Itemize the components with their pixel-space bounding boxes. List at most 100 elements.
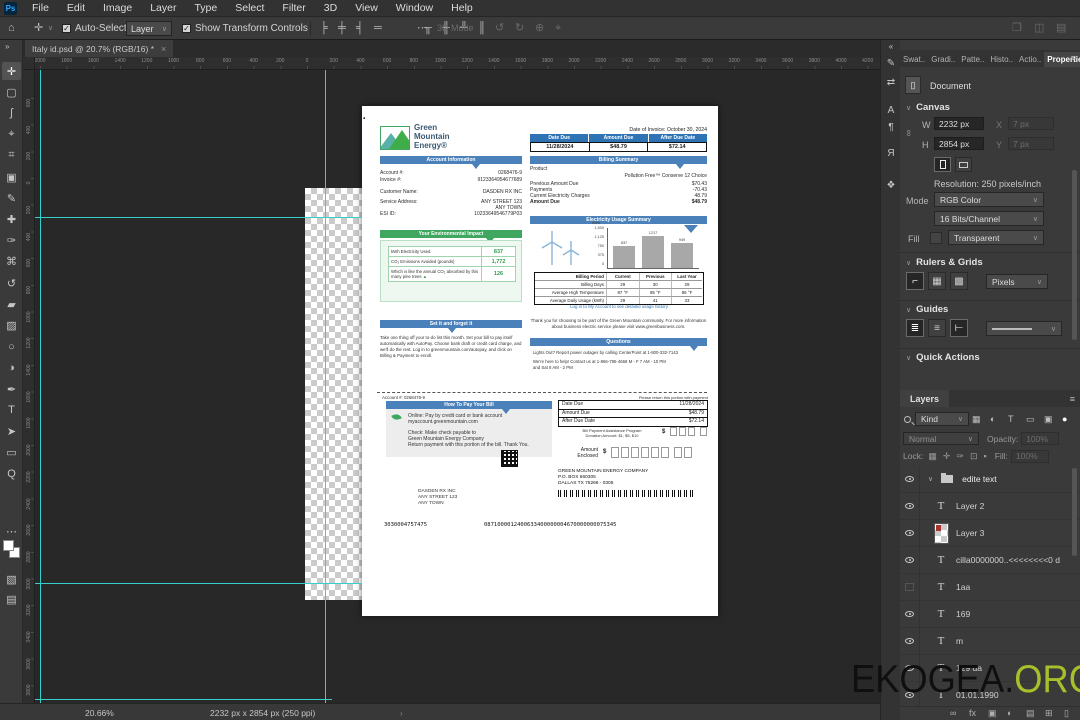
quick-actions-section-header[interactable]: Quick Actions [906,352,980,363]
layer-mask-icon[interactable]: ▣ [988,708,997,719]
shape-tool[interactable]: ▭ [2,444,21,462]
properties-scrollbar[interactable] [1072,170,1077,340]
filter-pixel-icon[interactable]: ▦ [972,414,981,425]
layer-row[interactable]: Layer 3 [900,519,1080,547]
tab-actio[interactable]: Actio.. [1016,52,1044,67]
zoom-tool[interactable]: Q [2,465,21,483]
chevron-down-icon[interactable]: ∨ [928,475,933,483]
screen-mode-icon[interactable]: ▤ [2,590,21,608]
object-selection-tool[interactable]: ⌖ [2,126,21,144]
edit-toolbar-icon[interactable]: ⋯ [2,522,21,540]
panel-menu-icon[interactable]: ≡ [1071,53,1076,63]
filter-type-icon[interactable]: T [1008,414,1014,424]
gradient-tool[interactable]: ▨ [2,316,21,334]
quick-mask-icon[interactable]: ▧ [2,570,21,588]
move-tool[interactable]: ✛ [2,62,21,80]
layer-row[interactable]: T 1aa [900,573,1080,601]
lock-position-icon[interactable]: ⊡ [970,451,978,462]
layers-scrollbar[interactable] [1072,468,1077,556]
lock-all-icon[interactable]: ▪ [983,451,986,462]
horizontal-guide[interactable] [35,583,362,584]
tab-gradi[interactable]: Gradi.. [928,52,958,67]
tab-swat[interactable]: Swat.. [900,52,928,67]
foreground-color-swatch[interactable] [3,540,14,551]
width-field[interactable]: 2232 px [934,117,984,130]
tab-patte[interactable]: Patte.. [958,52,987,67]
link-dimensions-icon[interactable]: ∞ [904,130,914,136]
eyedropper-tool[interactable]: ✎ [2,189,21,207]
menu-type[interactable]: Type [185,0,226,17]
link-layers-icon[interactable]: ∞ [950,708,956,718]
layer-row[interactable]: ∨ edite text [900,465,1080,493]
vertical-guide[interactable] [40,70,41,703]
history-panel-icon[interactable]: ✎ [881,58,901,69]
menu-image[interactable]: Image [94,0,141,17]
visibility-toggle[interactable] [900,546,920,574]
portrait-orientation-button[interactable] [934,157,951,172]
path-select-tool[interactable]: ➤ [2,422,21,440]
clear-guides-icon[interactable]: ⊢ [950,319,968,337]
vertical-guide[interactable] [325,70,326,703]
layer-row[interactable]: T Layer 2 [900,492,1080,520]
auto-select-target-dropdown[interactable]: Layer ∨ [126,17,172,40]
workspace-icon[interactable]: ◫ [1034,17,1044,40]
brush-tool[interactable]: ✑ [2,232,21,250]
fill-dropdown[interactable]: Transparent ∨ [948,230,1044,245]
eraser-tool[interactable]: ▰ [2,295,21,313]
healing-brush-tool[interactable]: ✚ [2,210,21,228]
canvas-section-header[interactable]: Canvas [906,102,950,113]
character-panel-icon[interactable]: A [881,105,901,116]
panel-list-icon[interactable]: ▤ [1056,17,1066,40]
close-tab-icon[interactable]: × [161,44,166,54]
pen-tool[interactable]: ✒ [2,380,21,398]
height-field[interactable]: 2854 px [934,137,984,150]
menu-3d[interactable]: 3D [315,0,346,17]
visibility-toggle[interactable] [900,627,920,655]
visibility-toggle[interactable] [900,600,920,628]
blur-tool[interactable]: ○ [2,338,21,356]
lock-transparent-icon[interactable]: ▦ [928,451,937,462]
blend-mode-dropdown[interactable]: Normal ∨ [903,432,979,445]
type-tool[interactable]: T [2,401,21,419]
visibility-toggle[interactable] [900,519,920,547]
toggle-rulers-icon[interactable]: ⌐ [906,272,924,290]
align-top-icon[interactable]: ═ [374,17,382,40]
horizontal-ruler[interactable]: 2000 1800 1600 1400 1200 1000 800 600 400 200 0 200… [35,57,880,70]
layer-effects-icon[interactable]: fx [969,708,976,718]
lasso-tool[interactable]: ʃ [2,104,21,122]
filter-pin-icon[interactable]: ● [1062,414,1067,424]
marquee-tool[interactable]: ▢ [2,83,21,101]
vertical-ruler[interactable]: 600 400 200 0 200 400 600 800 1000 1200 1400 1600 18… [23,70,35,703]
layer-group-icon[interactable]: ▤ [1026,708,1035,719]
status-chevron-icon[interactable]: › [400,708,403,718]
menu-filter[interactable]: Filter [273,0,314,17]
layer-row[interactable]: T 169 [900,600,1080,628]
visibility-toggle[interactable] [900,573,920,601]
menu-file[interactable]: File [23,0,58,17]
layer-row[interactable]: Tm [900,627,1080,655]
menu-window[interactable]: Window [387,0,442,17]
lock-move-icon[interactable]: ✛ [943,451,951,462]
layers-menu-icon[interactable]: ≡ [1070,394,1075,404]
document-canvas[interactable]: GreenMountainEnergy® myaccount.greenmoun… [362,106,718,616]
threed-panel-icon[interactable]: ❖ [881,180,901,191]
horizontal-guide[interactable] [35,699,332,700]
rulers-grids-section-header[interactable]: Rulers & Grids [906,257,983,268]
new-layer-icon[interactable]: ⊞ [1045,708,1053,719]
align-left-icon[interactable]: ╞ [320,17,328,40]
more-options-icon[interactable]: ⋯ [417,17,428,40]
toggle-guides-icon[interactable]: ≣ [906,319,924,337]
distribute-v-icon[interactable]: ║ [478,17,486,40]
layer-row[interactable]: Tcilla0000000..<<<<<<<<0 d [900,546,1080,574]
crop-tool[interactable]: ⌗ [2,147,21,165]
expand-panels-icon[interactable]: « [881,42,901,51]
auto-select-checkbox[interactable]: ✓ Auto-Select: [62,17,129,40]
filter-smart-icon[interactable]: ▣ [1044,414,1053,425]
document-tab[interactable]: Italy id.psd @ 20.7% (RGB/16) * × [25,40,174,57]
toggle-grid-icon[interactable]: ▦ [928,272,946,290]
landscape-orientation-button[interactable] [955,157,972,172]
menu-edit[interactable]: Edit [58,0,94,17]
frame-tool[interactable]: ▣ [2,168,21,186]
filter-shape-icon[interactable]: ▭ [1026,414,1035,425]
photoshop-logo-icon[interactable]: Ps [4,1,17,15]
